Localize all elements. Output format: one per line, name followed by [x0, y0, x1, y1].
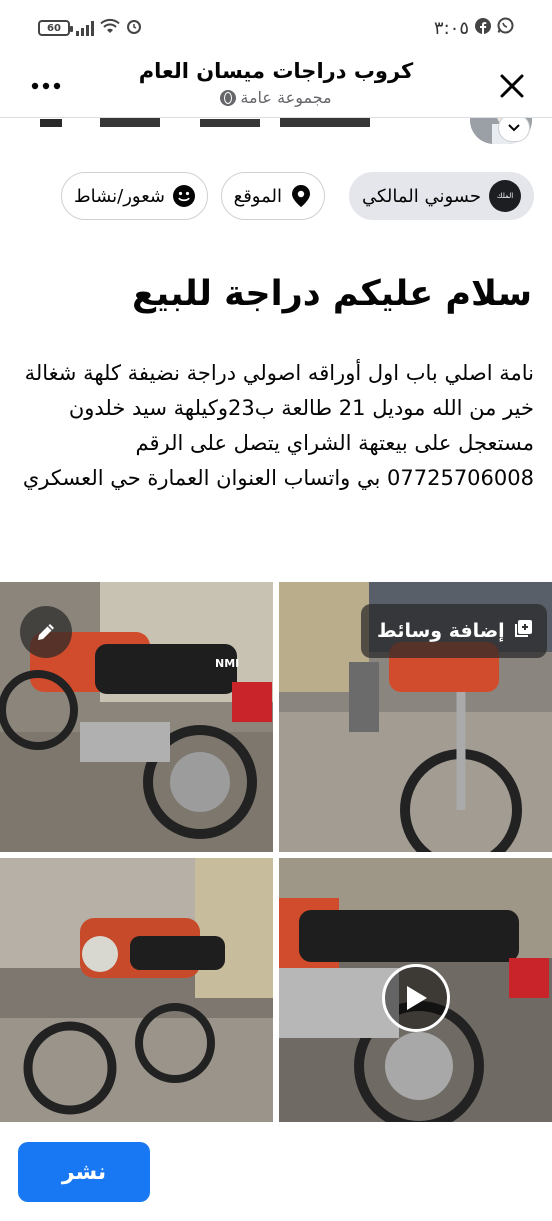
- edit-media-button[interactable]: [20, 606, 72, 658]
- composer-header: كروب دراجات ميسان العام مجموعة عامة: [0, 56, 552, 118]
- status-time: ٣:٠٥: [433, 17, 469, 39]
- status-right: ٣:٠٥: [434, 17, 514, 39]
- whatsapp-icon: [497, 17, 514, 39]
- author-avatar: الملك: [489, 180, 521, 212]
- smiley-icon: [173, 185, 195, 207]
- author-chip[interactable]: الملك حسوني المالكي: [348, 172, 534, 220]
- post-title[interactable]: سلام عليكم دراجة للبيع: [22, 266, 532, 322]
- publish-button[interactable]: نشر: [18, 1142, 150, 1202]
- battery-level: 60: [47, 22, 61, 34]
- feeling-label: شعور/نشاط: [73, 185, 165, 207]
- plate-text: NMI: [215, 657, 239, 670]
- more-options-button[interactable]: [24, 64, 68, 108]
- location-label: الموقع: [233, 185, 282, 207]
- post-options-chips: الملك حسوني المالكي الموقع شعور/نشاط: [0, 172, 552, 222]
- photo-3[interactable]: [0, 858, 273, 1122]
- location-chip[interactable]: الموقع: [220, 172, 325, 220]
- play-video-button[interactable]: [382, 964, 450, 1032]
- globe-icon: [220, 90, 237, 106]
- add-media-label: إضافة وسائط: [377, 620, 505, 642]
- location-pin-icon: [290, 185, 312, 207]
- chevron-down-icon[interactable]: [498, 114, 530, 142]
- post-body[interactable]: نامة اصلي باب اول أوراقه اصولي دراجة نضي…: [18, 356, 534, 496]
- battery-icon: 60: [38, 20, 73, 36]
- facebook-icon: [475, 17, 491, 39]
- status-left: 60: [38, 18, 142, 39]
- author-avatar-text: الملك: [496, 192, 514, 200]
- header-title: كروب دراجات ميسان العام مجموعة عامة: [80, 56, 472, 110]
- group-privacy: مجموعة عامة: [80, 86, 472, 110]
- group-name: كروب دراجات ميسان العام: [138, 59, 414, 83]
- more-icon: [31, 82, 61, 90]
- status-bar: 60 ٣:٠٥: [0, 0, 552, 56]
- media-grid: NMI: [0, 582, 552, 1122]
- feeling-chip[interactable]: شعور/نشاط: [60, 172, 208, 220]
- add-media-icon: [513, 619, 533, 644]
- close-button[interactable]: [490, 64, 534, 108]
- signal-icon: [76, 20, 94, 36]
- group-privacy-label: مجموعة عامة: [240, 88, 332, 107]
- composer-footer: نشر: [0, 1122, 552, 1221]
- play-icon: [407, 986, 427, 1010]
- author-name: حسوني المالكي: [361, 185, 481, 207]
- add-media-button[interactable]: إضافة وسائط: [361, 604, 547, 658]
- photo-1[interactable]: NMI: [0, 582, 273, 852]
- close-icon: [500, 74, 524, 98]
- pencil-icon: [38, 624, 54, 640]
- alarm-icon: [126, 18, 142, 39]
- wifi-icon: [100, 18, 120, 39]
